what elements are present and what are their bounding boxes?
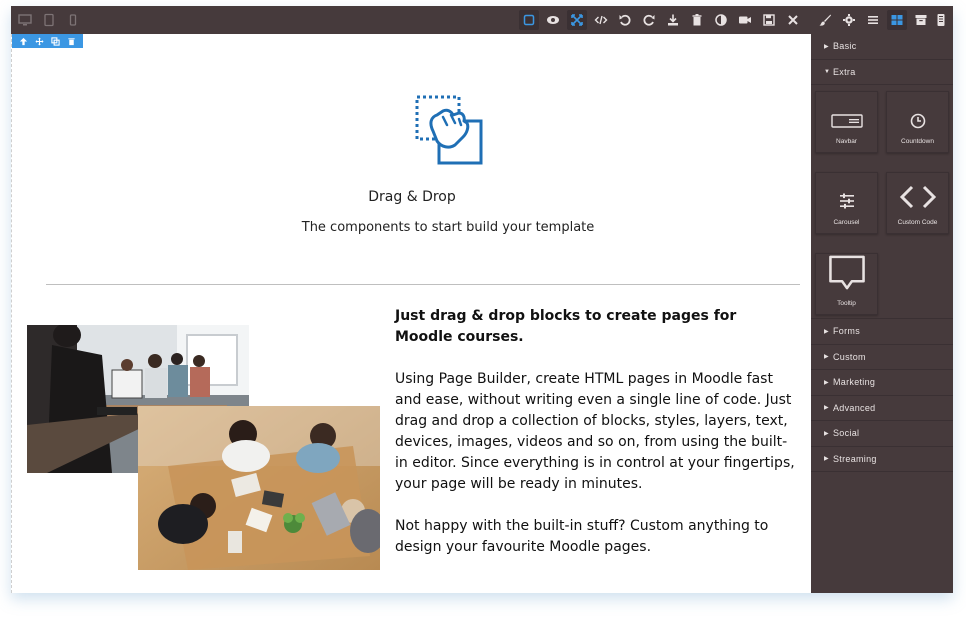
eye-icon[interactable] [543, 10, 563, 30]
category-label: Basic [833, 41, 857, 52]
delete-icon[interactable] [66, 35, 78, 47]
selection-toolbar [12, 34, 83, 48]
tooltip-icon [828, 255, 865, 290]
category-basic[interactable]: ▶ Basic [811, 34, 953, 60]
trash-icon[interactable] [687, 10, 707, 30]
category-custom[interactable]: ▶ Custom [811, 345, 953, 370]
category-social[interactable]: ▶ Social [811, 421, 953, 447]
category-label: Advanced [833, 402, 876, 413]
block-label: Carousel [833, 219, 860, 226]
content-paragraph-1: Using Page Builder, create HTML pages in… [395, 371, 795, 492]
close-icon[interactable] [783, 10, 803, 30]
category-label: Extra [833, 66, 856, 77]
save-icon[interactable] [759, 10, 779, 30]
category-advanced[interactable]: ▶ Advanced [811, 396, 953, 421]
dd-subtitle: The components to start build your templ… [301, 220, 595, 235]
content-text: Just drag & drop blocks to create pages … [395, 306, 795, 579]
blocks-panel: ▶ Basic ▼ Extra Navbar Countdown Carouse… [811, 34, 953, 593]
brush-icon[interactable] [815, 10, 835, 30]
sliders-icon [839, 193, 854, 209]
divider [46, 284, 800, 285]
dd-title: Drag & Drop [368, 189, 456, 205]
caret-right-icon: ▶ [824, 328, 829, 335]
category-label: Custom [833, 351, 866, 362]
editor-canvas[interactable]: Drag & Drop The components to start buil… [11, 34, 811, 593]
category-label: Social [833, 428, 860, 439]
clock-icon [910, 113, 925, 129]
caret-down-icon: ▼ [824, 68, 831, 75]
mobile-icon[interactable] [63, 10, 83, 30]
contrast-icon[interactable] [711, 10, 731, 30]
content-paragraph-2: Not happy with the built-in stuff? Custo… [395, 518, 769, 555]
caret-right-icon: ▶ [824, 405, 829, 412]
layers-icon[interactable] [863, 10, 883, 30]
category-marketing[interactable]: ▶ Marketing [811, 370, 953, 396]
tablet-icon[interactable] [39, 10, 59, 30]
category-label: Streaming [833, 453, 877, 464]
square-outline-icon[interactable] [519, 10, 539, 30]
code-brackets-icon [899, 185, 936, 209]
redo-icon[interactable] [639, 10, 659, 30]
category-forms[interactable]: ▶ Forms [811, 319, 953, 345]
block-tooltip[interactable]: Tooltip [815, 253, 878, 315]
block-carousel[interactable]: Carousel [815, 172, 878, 234]
phone-list-icon[interactable] [931, 10, 951, 30]
block-label: Countdown [901, 138, 934, 145]
caret-right-icon: ▶ [824, 430, 829, 437]
import-icon[interactable] [663, 10, 683, 30]
blocks-icon[interactable] [887, 10, 907, 30]
content-heading: Just drag & drop blocks to create pages … [395, 308, 737, 345]
editor-window: Drag & Drop The components to start buil… [11, 6, 953, 593]
category-label: Marketing [833, 377, 876, 388]
code-icon[interactable] [591, 10, 611, 30]
caret-right-icon: ▶ [824, 354, 829, 361]
top-toolbar [11, 6, 953, 34]
gear-icon[interactable] [839, 10, 859, 30]
block-label: Navbar [836, 138, 857, 145]
category-label: Forms [833, 326, 860, 337]
caret-right-icon: ▶ [824, 43, 829, 50]
block-navbar[interactable]: Navbar [815, 91, 878, 153]
video-icon[interactable] [735, 10, 755, 30]
arrow-up-icon[interactable] [17, 35, 29, 47]
block-custom-code[interactable]: Custom Code [886, 172, 949, 234]
desktop-icon[interactable] [15, 10, 35, 30]
block-label: Custom Code [897, 219, 938, 226]
caret-right-icon: ▶ [824, 379, 829, 386]
clone-icon[interactable] [50, 35, 62, 47]
category-streaming[interactable]: ▶ Streaming [811, 447, 953, 472]
team-table-photo [138, 406, 380, 570]
block-countdown[interactable]: Countdown [886, 91, 949, 153]
extra-blocks-grid: Navbar Countdown Carousel Custom Code To… [811, 85, 953, 319]
category-extra[interactable]: ▼ Extra [811, 60, 953, 85]
undo-icon[interactable] [615, 10, 635, 30]
move-icon[interactable] [33, 35, 45, 47]
fullscreen-icon[interactable] [567, 10, 587, 30]
drag-drop-icon [415, 95, 483, 165]
caret-right-icon: ▶ [824, 456, 829, 463]
navbar-icon [830, 114, 863, 128]
archive-icon[interactable] [911, 10, 931, 30]
block-label: Tooltip [837, 300, 856, 307]
